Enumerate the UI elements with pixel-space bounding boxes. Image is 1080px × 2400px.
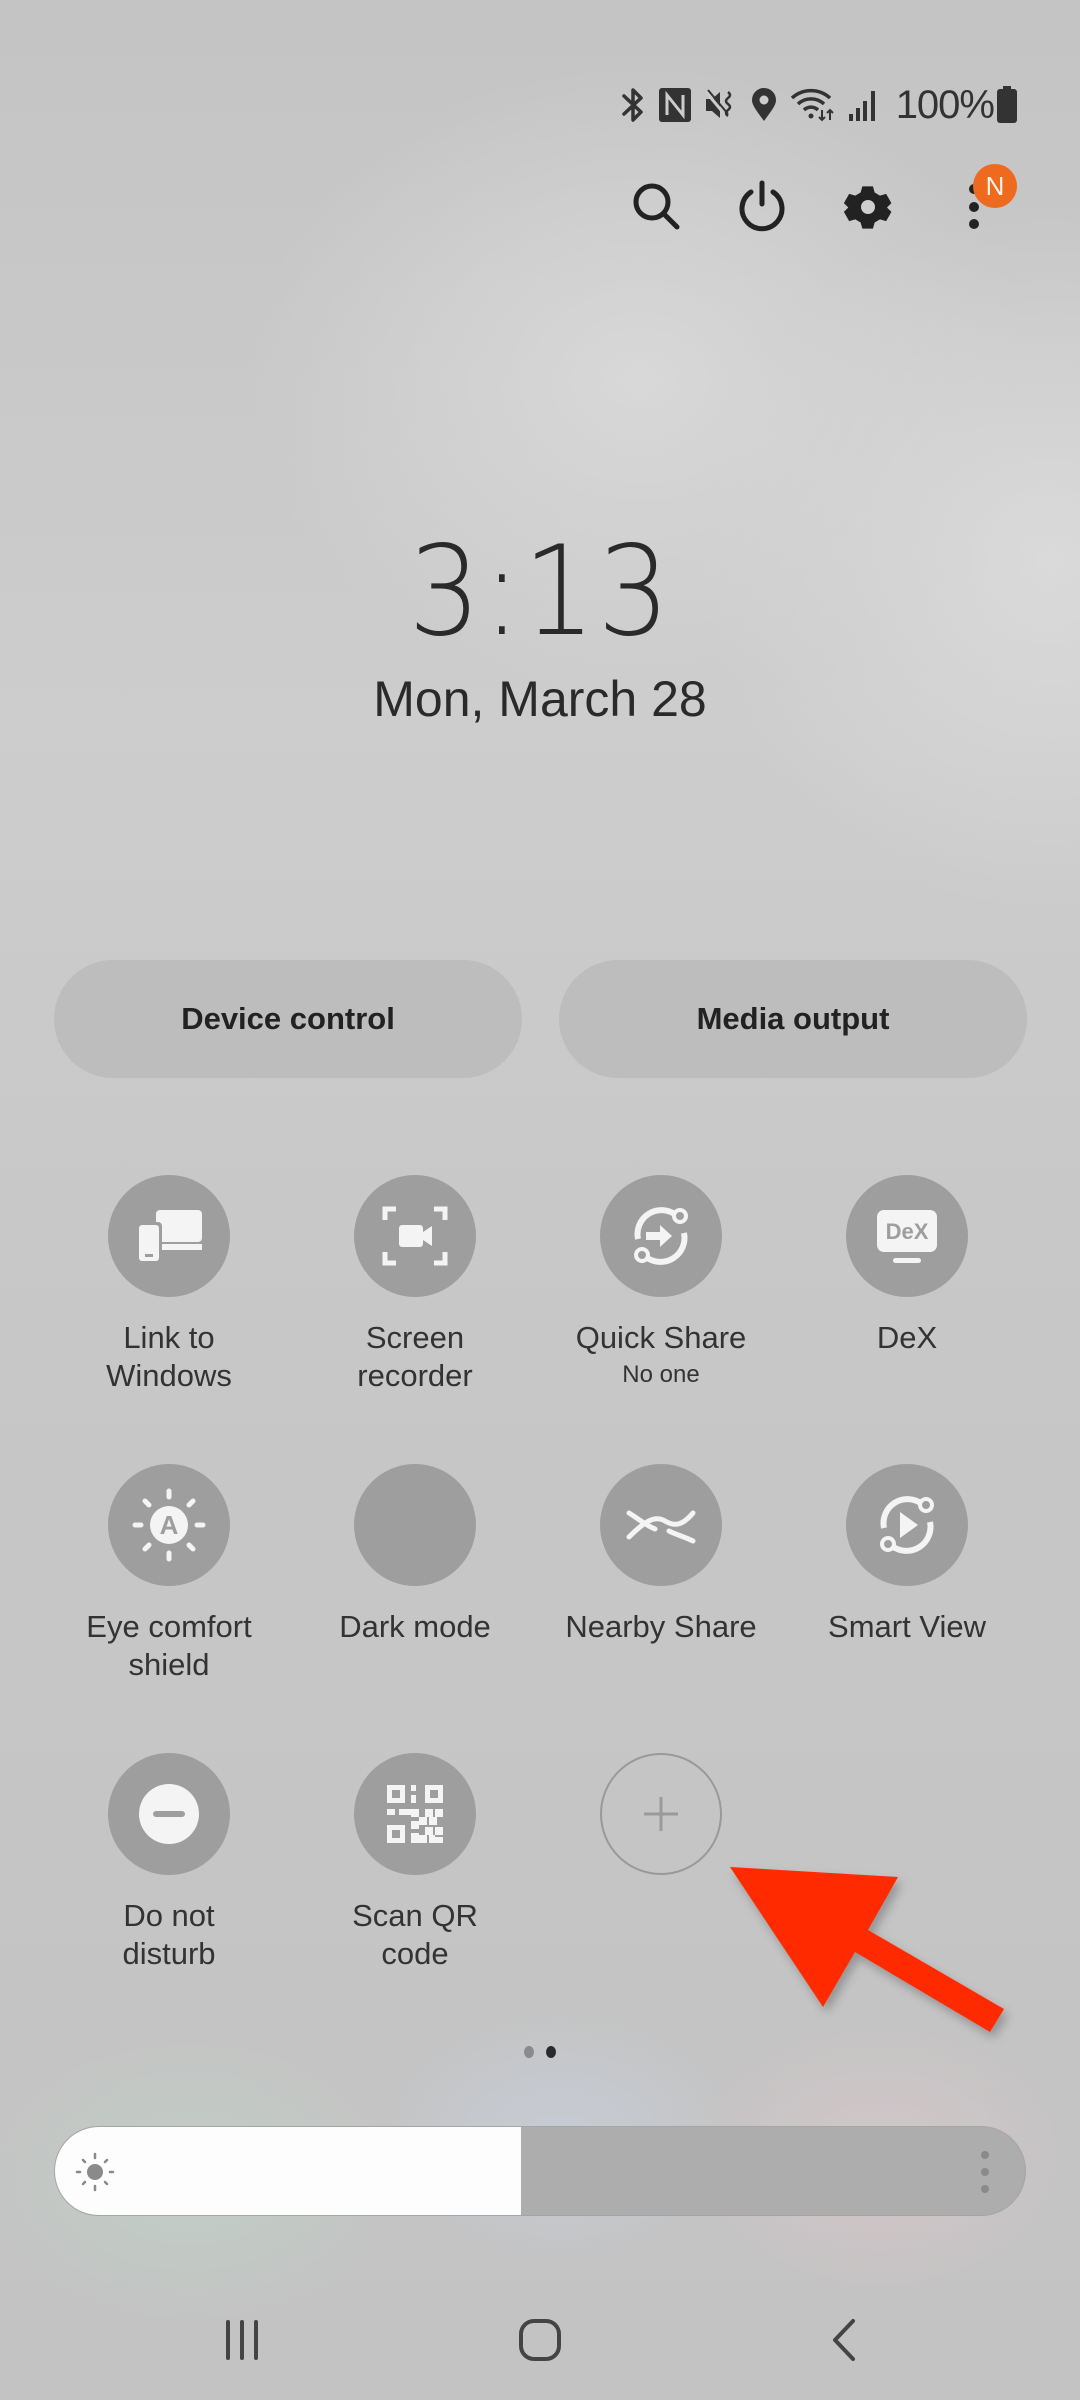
back-icon (833, 2319, 855, 2361)
home-button[interactable] (508, 2310, 572, 2370)
status-bar: 100% (620, 80, 1018, 130)
tile-button[interactable] (354, 1753, 476, 1875)
power-button[interactable] (730, 175, 794, 239)
tile-dex[interactable]: DeX DeX (787, 1175, 1027, 1357)
tile-label: Scan QR code (352, 1898, 478, 1971)
do-not-disturb-icon (139, 1784, 199, 1844)
tile-button[interactable] (846, 1464, 968, 1586)
back-button[interactable] (812, 2310, 876, 2370)
brightness-icon (75, 2152, 115, 2192)
arrow-shape (730, 1867, 1004, 2032)
tile-label: Smart View (828, 1609, 986, 1644)
tile-dark-mode[interactable]: Dark mode (295, 1464, 535, 1646)
tile-link-to-windows[interactable]: Link to Windows (49, 1175, 289, 1395)
tile-status: No one (622, 1361, 700, 1388)
tile-label: Eye comfort shield (86, 1609, 252, 1682)
search-icon (633, 183, 680, 230)
tile-button[interactable] (354, 1175, 476, 1297)
tile-label: Quick Share (575, 1320, 747, 1355)
device-control-button[interactable]: Device control (54, 960, 522, 1078)
tile-button[interactable]: DeX (846, 1175, 968, 1297)
tile-button[interactable] (600, 1753, 722, 1875)
eye-comfort-icon: A (132, 1488, 206, 1562)
clock-date[interactable]: Mon, March 28 (0, 670, 1080, 728)
page-indicator-2[interactable] (546, 2046, 556, 2058)
battery-percentage: 100% (895, 82, 995, 127)
link-to-windows-icon (136, 1210, 202, 1264)
tile-scan-qr-code[interactable]: Scan QR code (295, 1753, 535, 1973)
tile-label: Dark mode (339, 1609, 491, 1644)
media-output-button[interactable]: Media output (559, 960, 1027, 1078)
tile-button[interactable] (354, 1464, 476, 1586)
svg-text:DeX: DeX (886, 1219, 929, 1244)
tile-button[interactable] (600, 1175, 722, 1297)
tile-label: DeX (876, 1320, 938, 1355)
home-icon (519, 2319, 561, 2361)
tile-nearby-share[interactable]: Nearby Share (541, 1464, 781, 1646)
tile-smart-view[interactable]: Smart View (787, 1464, 1027, 1646)
page-indicator-1[interactable] (524, 2046, 534, 2058)
tile-button[interactable] (108, 1753, 230, 1875)
settings-button[interactable] (836, 175, 900, 239)
screen-recorder-icon (382, 1206, 448, 1266)
bluetooth-icon (621, 88, 643, 122)
settings-icon (843, 186, 892, 229)
search-button[interactable] (625, 175, 689, 239)
quick-share-icon (634, 1207, 688, 1265)
tile-button[interactable] (600, 1464, 722, 1586)
tile-button[interactable] (108, 1175, 230, 1297)
battery-icon (997, 86, 1017, 123)
svg-text:A: A (160, 1510, 179, 1540)
location-icon (751, 88, 776, 121)
dex-icon: DeX (877, 1210, 937, 1263)
tile-screen-recorder[interactable]: Screen recorder (295, 1175, 535, 1395)
qr-code-icon (387, 1785, 443, 1843)
power-icon (739, 180, 785, 232)
tile-label: Screen recorder (357, 1320, 473, 1393)
clock-time[interactable]: 3:13 (43, 520, 1037, 664)
add-tile-button[interactable] (541, 1753, 781, 1875)
brightness-fill (55, 2127, 521, 2215)
brightness-more-icon[interactable] (979, 2149, 991, 2195)
brightness-slider[interactable] (54, 2126, 1026, 2216)
tile-button[interactable]: A (108, 1464, 230, 1586)
tile-do-not-disturb[interactable]: Do not disturb (49, 1753, 289, 1973)
nfc-icon (658, 88, 691, 122)
recent-apps-icon (226, 2320, 258, 2360)
dark-mode-icon (387, 1497, 436, 1546)
tile-label: Link to Windows (106, 1320, 232, 1393)
smart-view-icon (880, 1496, 934, 1554)
nearby-share-icon (626, 1510, 696, 1544)
tile-label: Do not disturb (122, 1898, 216, 1971)
mute-vibrate-icon (704, 89, 731, 118)
tile-quick-share[interactable]: Quick Share No one (541, 1175, 781, 1389)
notification-badge: N (973, 164, 1017, 208)
tile-label: Nearby Share (565, 1609, 757, 1644)
signal-icon (848, 91, 875, 121)
tile-eye-comfort-shield[interactable]: A Eye comfort shield (49, 1464, 289, 1684)
wifi-icon (790, 88, 834, 122)
add-icon (644, 1797, 678, 1831)
recent-apps-button[interactable] (210, 2310, 274, 2370)
